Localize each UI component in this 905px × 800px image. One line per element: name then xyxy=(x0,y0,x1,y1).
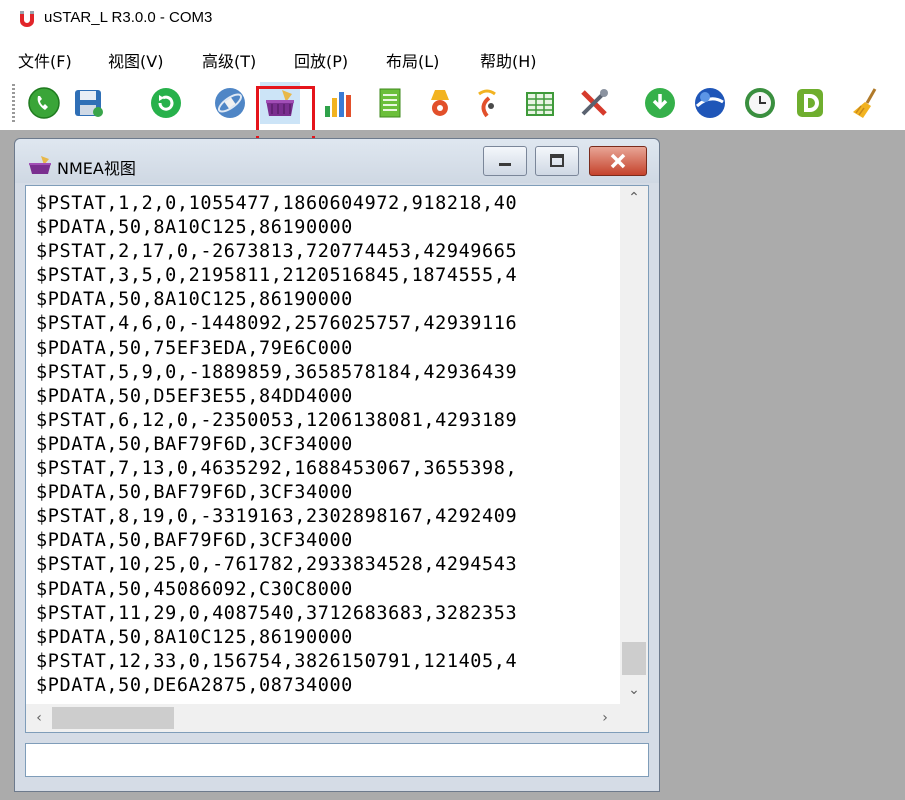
scroll-down-icon[interactable]: ⌄ xyxy=(620,678,648,702)
nmea-line: $PDATA,50,45086092,C30C8000 xyxy=(36,578,353,600)
nmea-button-highlight xyxy=(256,86,315,146)
nmea-line: $PDATA,50,8A10C125,86190000 xyxy=(36,626,353,648)
refresh-icon xyxy=(151,88,181,118)
d-icon xyxy=(797,89,823,117)
menu-advanced[interactable]: 高级(T) xyxy=(202,48,256,72)
nmea-line: $PDATA,50,8A10C125,86190000 xyxy=(36,217,353,239)
toolbar-grip[interactable] xyxy=(12,84,15,124)
command-input[interactable] xyxy=(25,743,649,777)
chart-button[interactable] xyxy=(318,82,358,124)
nmea-window: NMEA视图 $PSTAT,1,2,0,1055477,1860604972,9… xyxy=(14,138,660,792)
bar-chart-icon xyxy=(325,92,351,117)
nmea-basket-icon xyxy=(29,156,51,174)
list-icon xyxy=(379,88,401,118)
menu-playback[interactable]: 回放(P) xyxy=(294,48,348,72)
minimize-button[interactable] xyxy=(483,146,527,176)
menu-view[interactable]: 视图(V) xyxy=(108,48,163,72)
nmea-window-titlebar[interactable]: NMEA视图 xyxy=(15,139,659,183)
phone-connect-icon xyxy=(28,87,60,119)
horizontal-scrollbar[interactable]: ‹ › xyxy=(26,704,622,732)
nmea-lines: $PSTAT,1,2,0,1055477,1860604972,918218,4… xyxy=(36,192,616,698)
nmea-line: $PDATA,50,8A10C125,86190000 xyxy=(36,289,353,311)
nmea-window-title: NMEA视图 xyxy=(57,159,136,178)
nmea-line: $PDATA,50,BAF79F6D,3CF34000 xyxy=(36,433,353,455)
menu-file[interactable]: 文件(F) xyxy=(18,48,72,72)
app-logo-icon xyxy=(20,11,34,27)
toolbar-border xyxy=(0,130,905,136)
table-button[interactable] xyxy=(520,82,560,124)
window-title: uSTAR_L R3.0.0 - COM3 xyxy=(44,9,213,26)
nmea-line: $PSTAT,7,13,0,4635292,1688453067,3655398… xyxy=(36,458,518,480)
nmea-line: $PSTAT,1,2,0,1055477,1860604972,918218,4… xyxy=(36,193,518,214)
location-button[interactable] xyxy=(420,82,460,124)
scrollbar-corner xyxy=(620,704,648,732)
location-icon xyxy=(431,90,449,116)
maximize-button[interactable] xyxy=(535,146,579,176)
nmea-line: $PDATA,50,D5EF3E55,84DD4000 xyxy=(36,385,353,407)
horizontal-scroll-thumb[interactable] xyxy=(52,707,174,729)
save-icon xyxy=(75,90,103,117)
globe-icon xyxy=(695,88,725,118)
save-button[interactable] xyxy=(68,82,108,124)
title-bar: uSTAR_L R3.0.0 - COM3 xyxy=(0,0,905,38)
clock-button[interactable] xyxy=(740,82,780,124)
satellite-button[interactable] xyxy=(210,82,250,124)
vertical-scroll-thumb[interactable] xyxy=(622,642,646,675)
scroll-up-icon[interactable]: ⌃ xyxy=(620,186,648,210)
nmea-line: $PSTAT,2,17,0,-2673813,720774453,4294966… xyxy=(36,241,518,263)
nmea-line: $PSTAT,6,12,0,-2350053,1206138081,429318… xyxy=(36,409,518,431)
phone-connect-button[interactable] xyxy=(24,82,64,124)
nmea-output[interactable]: $PSTAT,1,2,0,1055477,1860604972,918218,4… xyxy=(25,185,649,733)
close-button[interactable] xyxy=(589,146,647,176)
toolbar xyxy=(0,78,905,130)
list-button[interactable] xyxy=(370,82,410,124)
vertical-scrollbar[interactable]: ⌃ ⌄ xyxy=(620,186,648,704)
menu-layout[interactable]: 布局(L) xyxy=(386,48,439,72)
signal-icon xyxy=(478,89,496,118)
nmea-line: $PDATA,50,BAF79F6D,3CF34000 xyxy=(36,482,353,504)
nmea-line: $PSTAT,8,19,0,-3319163,2302898167,429240… xyxy=(36,506,518,528)
nmea-line: $PDATA,50,DE6A2875,08734000 xyxy=(36,674,353,696)
tools-button[interactable] xyxy=(574,82,614,124)
globe-button[interactable] xyxy=(690,82,730,124)
broom-icon xyxy=(853,88,877,118)
scroll-left-icon[interactable]: ‹ xyxy=(26,704,52,732)
nmea-line: $PSTAT,10,25,0,-761782,2933834528,429454… xyxy=(36,554,518,576)
satellite-icon xyxy=(215,88,245,118)
menu-bar: 文件(F) 视图(V) 高级(T) 回放(P) 布局(L) 帮助(H) xyxy=(0,38,905,78)
nmea-line: $PSTAT,11,29,0,4087540,3712683683,328235… xyxy=(36,602,518,624)
clock-icon xyxy=(745,88,775,118)
minimize-icon xyxy=(499,163,511,166)
menu-help[interactable]: 帮助(H) xyxy=(480,48,537,72)
refresh-button[interactable] xyxy=(146,82,186,124)
tools-icon xyxy=(581,89,608,116)
table-icon xyxy=(526,92,554,116)
maximize-icon xyxy=(550,154,564,167)
nmea-line: $PSTAT,12,33,0,156754,3826150791,121405,… xyxy=(36,650,518,672)
scroll-right-icon[interactable]: › xyxy=(592,704,618,732)
nmea-line: $PSTAT,5,9,0,-1889859,3658578184,4293643… xyxy=(36,361,518,383)
signal-button[interactable] xyxy=(468,82,508,124)
download-button[interactable] xyxy=(640,82,680,124)
nmea-line: $PDATA,50,BAF79F6D,3CF34000 xyxy=(36,530,353,552)
close-icon xyxy=(610,153,626,169)
d-button[interactable] xyxy=(790,82,830,124)
nmea-line: $PSTAT,4,6,0,-1448092,2576025757,4293911… xyxy=(36,313,518,335)
nmea-line: $PSTAT,3,5,0,2195811,2120516845,1874555,… xyxy=(36,265,518,287)
nmea-line: $PDATA,50,75EF3EDA,79E6C000 xyxy=(36,337,353,359)
clear-button[interactable] xyxy=(846,82,886,124)
download-icon xyxy=(645,88,675,118)
